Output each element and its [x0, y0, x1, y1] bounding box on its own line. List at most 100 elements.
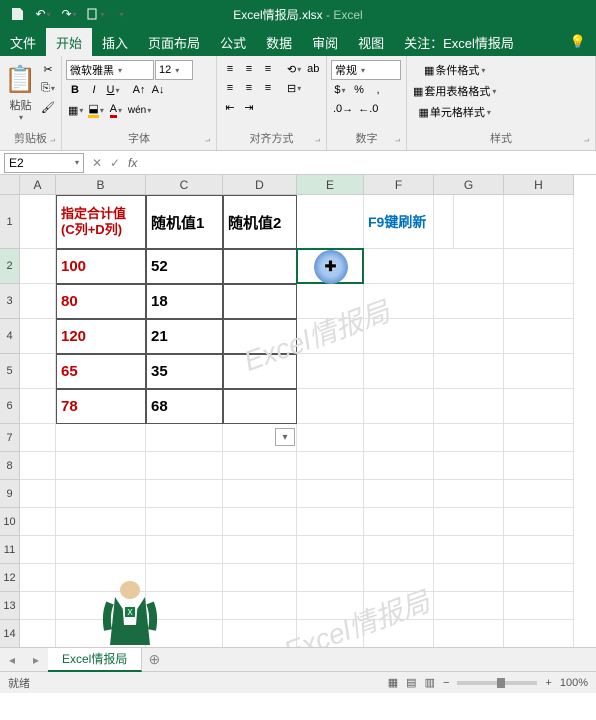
accounting-button[interactable]: $▾ [331, 81, 349, 99]
cell-B10[interactable] [56, 508, 146, 536]
cell-B9[interactable] [56, 480, 146, 508]
paste-options-icon[interactable]: ▾ [275, 428, 295, 446]
merge-button[interactable]: ⊟▾ [285, 79, 303, 97]
row-header-9[interactable]: 9 [0, 480, 20, 508]
cell-H7[interactable] [504, 424, 574, 452]
cell-H9[interactable] [504, 480, 574, 508]
cell-D4[interactable] [223, 319, 297, 354]
cell-C4[interactable]: 21 [146, 319, 223, 354]
cell-D2[interactable] [223, 249, 297, 284]
tab-data[interactable]: 数据 [256, 28, 302, 56]
cell-F8[interactable] [364, 452, 434, 480]
tab-nav-next[interactable]: ▸ [24, 653, 48, 667]
font-size-combo[interactable]: 12▾ [155, 60, 193, 80]
cell-F1[interactable]: F9键刷新 [364, 195, 454, 249]
cell-A14[interactable] [20, 620, 56, 647]
cell-G5[interactable] [434, 354, 504, 389]
row-header-2[interactable]: 2 [0, 249, 20, 284]
cell-E5[interactable] [297, 354, 364, 389]
cell-B4[interactable]: 120 [56, 319, 146, 354]
cell-H2[interactable] [504, 249, 574, 284]
column-header-E[interactable]: E [297, 175, 364, 195]
cell-G14[interactable] [434, 620, 504, 647]
redo-icon[interactable]: ↷▾ [58, 3, 80, 25]
cell-A9[interactable] [20, 480, 56, 508]
zoom-slider[interactable] [457, 681, 537, 685]
cut-button[interactable]: ✂ [39, 60, 57, 78]
cell-D10[interactable] [223, 508, 297, 536]
cell-E1[interactable] [297, 195, 364, 249]
cell-A5[interactable] [20, 354, 56, 389]
font-name-combo[interactable]: 微软雅黑▾ [66, 60, 154, 80]
row-header-7[interactable]: 7 [0, 424, 20, 452]
worksheet-grid[interactable]: ABCDEFGH 1234567891011121314 指定合计值(C列+D列… [0, 175, 596, 647]
align-bottom-button[interactable]: ≡ [259, 60, 277, 78]
cell-E4[interactable] [297, 319, 364, 354]
cell-F14[interactable] [364, 620, 434, 647]
cell-E13[interactable] [297, 592, 364, 620]
cell-H6[interactable] [504, 389, 574, 424]
cell-G12[interactable] [434, 564, 504, 592]
cell-H8[interactable] [504, 452, 574, 480]
row-header-6[interactable]: 6 [0, 389, 20, 424]
cell-B2[interactable]: 100 [56, 249, 146, 284]
row-header-5[interactable]: 5 [0, 354, 20, 389]
cell-E8[interactable] [297, 452, 364, 480]
cell-A2[interactable] [20, 249, 56, 284]
row-header-13[interactable]: 13 [0, 592, 20, 620]
cell-G10[interactable] [434, 508, 504, 536]
cell-C11[interactable] [146, 536, 223, 564]
align-left-button[interactable]: ≡ [221, 79, 239, 97]
cell-G8[interactable] [434, 452, 504, 480]
cell-C8[interactable] [146, 452, 223, 480]
view-pagebreak-icon[interactable]: ▥ [425, 676, 435, 689]
accept-formula-icon[interactable]: ✓ [106, 156, 124, 170]
column-header-G[interactable]: G [434, 175, 504, 195]
view-normal-icon[interactable]: ▦ [388, 676, 398, 689]
column-header-F[interactable]: F [364, 175, 434, 195]
column-header-A[interactable]: A [20, 175, 56, 195]
cell-C10[interactable] [146, 508, 223, 536]
view-layout-icon[interactable]: ▤ [406, 676, 416, 689]
font-color-button[interactable]: A▾ [107, 101, 125, 120]
cell-A7[interactable] [20, 424, 56, 452]
cell-H4[interactable] [504, 319, 574, 354]
cell-E14[interactable] [297, 620, 364, 647]
tab-follow[interactable]: 关注：Excel情报局 [394, 28, 524, 56]
zoom-in-button[interactable]: + [545, 677, 551, 689]
cell-H10[interactable] [504, 508, 574, 536]
column-header-D[interactable]: D [223, 175, 297, 195]
increase-decimal-button[interactable]: .0→ [331, 100, 355, 118]
align-middle-button[interactable]: ≡ [240, 60, 258, 78]
copy-button[interactable]: ⎘▾ [39, 79, 57, 97]
tab-review[interactable]: 审阅 [302, 28, 348, 56]
cell-E3[interactable] [297, 284, 364, 319]
cell-C1[interactable]: 随机值1 [146, 195, 223, 249]
cell-H13[interactable] [504, 592, 574, 620]
cell-B6[interactable]: 78 [56, 389, 146, 424]
cell-G11[interactable] [434, 536, 504, 564]
column-header-H[interactable]: H [504, 175, 574, 195]
decrease-decimal-button[interactable]: ←.0 [356, 100, 380, 118]
cell-G7[interactable] [434, 424, 504, 452]
cell-D5[interactable] [223, 354, 297, 389]
cell-E9[interactable] [297, 480, 364, 508]
cell-H12[interactable] [504, 564, 574, 592]
fill-color-button[interactable]: ⬓▾ [86, 100, 105, 120]
cell-F6[interactable] [364, 389, 434, 424]
row-header-11[interactable]: 11 [0, 536, 20, 564]
qat-customize-icon[interactable]: ▾ [110, 3, 132, 25]
cell-H3[interactable] [504, 284, 574, 319]
align-right-button[interactable]: ≡ [259, 79, 277, 97]
cell-C2[interactable]: 52 [146, 249, 223, 284]
underline-button[interactable]: U▾ [104, 81, 122, 99]
cell-G4[interactable] [434, 319, 504, 354]
cell-D1[interactable]: 随机值2 [223, 195, 297, 249]
tab-formula[interactable]: 公式 [210, 28, 256, 56]
orientation-button[interactable]: ⟲▾ [285, 60, 303, 78]
row-header-3[interactable]: 3 [0, 284, 20, 319]
cell-F7[interactable] [364, 424, 434, 452]
touch-icon[interactable]: ▾ [84, 3, 106, 25]
cell-G3[interactable] [434, 284, 504, 319]
cell-F9[interactable] [364, 480, 434, 508]
